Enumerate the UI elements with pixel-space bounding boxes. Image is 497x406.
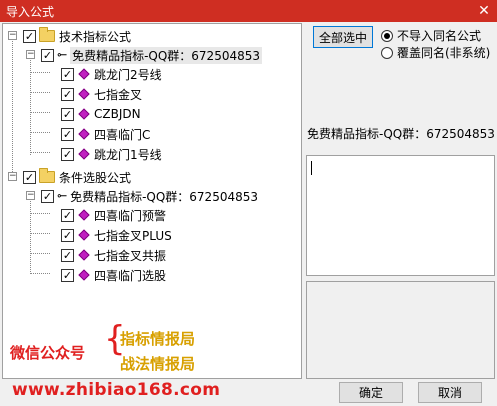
tree-line	[30, 199, 31, 274]
tree-line	[30, 92, 50, 93]
checkbox[interactable]: ✓	[61, 107, 74, 121]
selected-formula-name: 免费精品指标-QQ群：672504853	[307, 127, 495, 141]
tree-group-screening[interactable]: ✓ 条件选股公式	[23, 167, 131, 187]
tree-line	[30, 72, 50, 73]
checkbox[interactable]: ✓	[41, 48, 54, 62]
tree-line	[30, 132, 50, 133]
collapse-icon[interactable]: −	[8, 172, 17, 181]
formula-icon	[78, 229, 90, 241]
tree-item[interactable]: ✓ 四喜临门选股	[61, 265, 166, 285]
checkbox[interactable]: ✓	[61, 228, 74, 242]
item-label: 七指金叉	[94, 87, 143, 102]
formula-icon	[78, 148, 90, 160]
radio-selected[interactable]	[381, 29, 393, 42]
tree-item[interactable]: ✓ 跳龙门1号线	[61, 144, 162, 164]
key-icon: ⊸	[57, 48, 68, 62]
formula-icon	[78, 68, 90, 80]
watermark-label: 微信公众号	[10, 344, 86, 362]
ok-button[interactable]: 确定	[339, 382, 403, 403]
tree-item[interactable]: ✓ 七指金叉PLUS	[61, 225, 172, 245]
checkbox[interactable]: ✓	[61, 268, 74, 282]
formula-info-box	[306, 281, 495, 379]
folder-icon	[39, 168, 55, 183]
formula-icon	[78, 88, 90, 100]
checkbox[interactable]: ✓	[23, 170, 36, 184]
option-label: 不导入同名公式	[397, 29, 482, 43]
tree-item[interactable]: ✓ 四喜临门C	[61, 124, 150, 144]
tree-item[interactable]: ✓ 跳龙门2号线	[61, 64, 162, 84]
item-label: 跳龙门1号线	[94, 147, 162, 162]
formula-tree[interactable]: − ✓ 技术指标公式 − ✓ ⊸ 免费精品指标-QQ群：672504853 ✓ …	[2, 23, 302, 379]
tree-author-node[interactable]: ✓ ⊸ 免费精品指标-QQ群：672504853	[41, 186, 258, 206]
option-label: 覆盖同名(非系统)	[397, 46, 491, 60]
tree-line	[30, 112, 50, 113]
title-bar: 导入公式 ✕	[0, 0, 497, 22]
tree-line	[12, 39, 13, 178]
option-overwrite[interactable]: 覆盖同名(非系统)	[381, 44, 490, 61]
formula-icon	[78, 108, 90, 120]
author-label: 免费精品指标-QQ群：672504853	[70, 46, 262, 64]
formula-description-textbox[interactable]	[306, 155, 495, 276]
window-title: 导入公式	[6, 5, 55, 19]
tree-line	[30, 273, 50, 274]
item-label: 四喜临门预警	[94, 208, 167, 223]
author-label: 免费精品指标-QQ群：672504853	[70, 189, 258, 204]
tree-author-node[interactable]: ✓ ⊸ 免费精品指标-QQ群：672504853	[41, 45, 262, 65]
tree-item[interactable]: ✓ 七指金叉	[61, 84, 142, 104]
tree-item[interactable]: ✓ CZBJDN	[61, 104, 141, 124]
group-label: 条件选股公式	[59, 170, 132, 185]
checkbox[interactable]: ✓	[61, 248, 74, 262]
watermark-line-2: 战法情报局	[120, 355, 196, 373]
watermark-line-1: 指标情报局	[120, 330, 196, 348]
collapse-icon[interactable]: −	[8, 31, 17, 40]
checkbox[interactable]: ✓	[23, 29, 36, 43]
radio-unselected[interactable]	[381, 46, 393, 59]
collapse-icon[interactable]: −	[26, 191, 35, 200]
item-label: 七指金叉PLUS	[94, 228, 172, 243]
tree-item[interactable]: ✓ 七指金叉共振	[61, 245, 166, 265]
tree-group-technical[interactable]: ✓ 技术指标公式	[23, 26, 131, 46]
formula-icon	[78, 249, 90, 261]
close-icon[interactable]: ✕	[471, 0, 497, 22]
watermark-site: www.zhibiao168.com	[12, 380, 221, 400]
collapse-icon[interactable]: −	[26, 50, 35, 59]
tree-item[interactable]: ✓ 四喜临门预警	[61, 205, 166, 225]
select-all-button[interactable]: 全部选中	[313, 26, 373, 48]
item-label: 四喜临门C	[94, 127, 151, 142]
group-label: 技术指标公式	[59, 29, 132, 44]
folder-icon	[39, 27, 55, 42]
item-label: CZBJDN	[94, 107, 141, 121]
item-label: 跳龙门2号线	[94, 67, 162, 82]
checkbox[interactable]: ✓	[61, 147, 74, 161]
checkbox[interactable]: ✓	[61, 127, 74, 141]
tree-line	[30, 233, 50, 234]
checkbox[interactable]: ✓	[61, 87, 74, 101]
item-label: 七指金叉共振	[94, 248, 167, 263]
key-icon: ⊸	[57, 189, 68, 203]
item-label: 四喜临门选股	[94, 268, 167, 283]
tree-line	[30, 152, 50, 153]
text-caret	[311, 161, 312, 175]
cancel-button[interactable]: 取消	[418, 382, 482, 403]
formula-icon	[78, 269, 90, 281]
formula-icon	[78, 128, 90, 140]
option-no-import[interactable]: 不导入同名公式	[381, 27, 481, 44]
checkbox[interactable]: ✓	[61, 208, 74, 222]
formula-icon	[78, 209, 90, 221]
tree-line	[30, 253, 50, 254]
checkbox[interactable]: ✓	[41, 189, 54, 203]
checkbox[interactable]: ✓	[61, 67, 74, 81]
tree-line	[30, 213, 50, 214]
